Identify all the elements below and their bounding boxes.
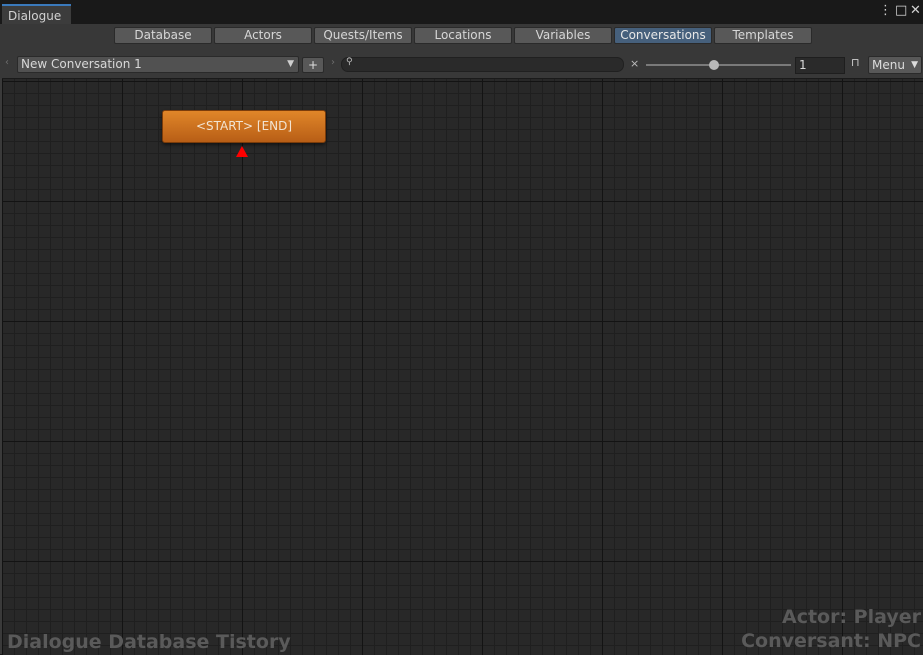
more-options-icon[interactable]: ⋮ [879, 4, 892, 18]
search-input[interactable]: ⚲ [341, 57, 624, 72]
zoom-field[interactable]: 1 [795, 57, 845, 74]
next-conversation-arrow-icon[interactable]: › [331, 57, 335, 68]
window-title-tab[interactable]: Dialogue [2, 4, 71, 24]
menu-button[interactable]: Menu ▼ [868, 56, 922, 74]
menu-button-label: Menu [872, 58, 905, 72]
maximize-icon[interactable]: □ [895, 4, 907, 18]
conversation-dropdown[interactable]: New Conversation 1 ▼ [17, 56, 299, 73]
lock-icon[interactable]: ⊓ [851, 56, 860, 69]
conversant-label: Conversant: NPC [741, 630, 921, 652]
node-connector-triangle-icon[interactable] [236, 146, 248, 157]
conversation-toolbar: ‹ New Conversation 1 ▼ + › ⚲ × 1 ⊓ Menu … [0, 55, 923, 75]
previous-conversation-arrow-icon[interactable]: ‹ [5, 57, 9, 68]
chevron-down-icon: ▼ [287, 59, 294, 69]
actor-label: Actor: Player [781, 606, 921, 628]
window-titlebar: Dialogue ⋮ □ ✕ [0, 0, 923, 24]
tab-database[interactable]: Database [114, 27, 212, 44]
dialogue-editor-window: Dialogue ⋮ □ ✕ Database Actors Quests/It… [0, 0, 923, 655]
tab-conversations[interactable]: Conversations [614, 27, 712, 44]
tab-quests-items[interactable]: Quests/Items [314, 27, 412, 44]
chevron-down-icon: ▼ [911, 60, 918, 70]
tab-actors[interactable]: Actors [214, 27, 312, 44]
start-node[interactable]: <START> [END] [162, 110, 326, 143]
close-icon[interactable]: ✕ [910, 4, 921, 18]
section-tabs: Database Actors Quests/Items Locations V… [114, 27, 814, 44]
database-name-label: Dialogue Database Tistory [7, 631, 291, 653]
tab-variables[interactable]: Variables [514, 27, 612, 44]
tab-templates[interactable]: Templates [714, 27, 812, 44]
add-conversation-button[interactable]: + [302, 57, 324, 73]
search-icon: ⚲ [346, 57, 353, 67]
zoom-slider-handle[interactable] [709, 60, 719, 70]
conversation-dropdown-value: New Conversation 1 [21, 57, 142, 71]
window-title: Dialogue [8, 9, 62, 23]
node-graph-canvas[interactable] [2, 78, 923, 655]
tab-locations[interactable]: Locations [414, 27, 512, 44]
clear-search-button[interactable]: × [630, 57, 639, 70]
